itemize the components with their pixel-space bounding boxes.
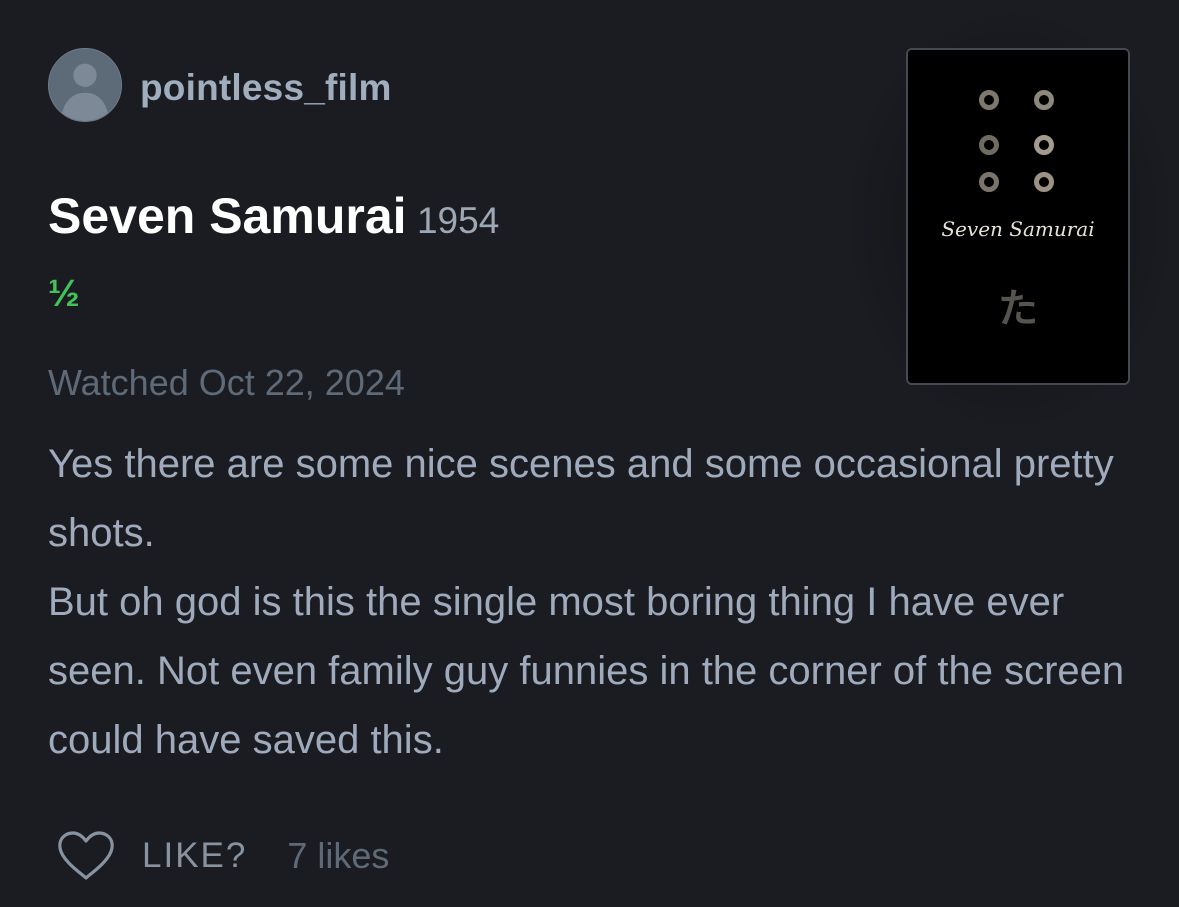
likes-count[interactable]: 7 likes [287, 835, 389, 877]
like-bar: LIKE? 7 likes [56, 828, 389, 884]
review-paragraph: But oh god is this the single most borin… [48, 580, 1125, 762]
poster-artwork: Seven Samurai た [908, 50, 1128, 383]
review-page: pointless_film Seven Samurai 1954 ½ Watc… [0, 0, 1179, 907]
like-button[interactable]: LIKE? [142, 836, 247, 876]
review-body: Yes there are some nice scenes and some … [48, 430, 1148, 775]
film-year[interactable]: 1954 [417, 200, 499, 241]
watched-date: Watched Oct 22, 2024 [48, 362, 405, 403]
heart-outline-icon[interactable] [56, 830, 116, 882]
star-rating: ½ [48, 273, 80, 315]
user-silhouette-icon [49, 49, 121, 121]
film-title[interactable]: Seven Samurai [48, 188, 407, 244]
poster-title: Seven Samurai [941, 217, 1094, 241]
poster-glyph: た [998, 286, 1038, 332]
film-poster[interactable]: Seven Samurai た [906, 48, 1130, 385]
avatar[interactable] [48, 48, 122, 122]
film-title-row: Seven Samurai 1954 [48, 186, 499, 251]
review-paragraph: Yes there are some nice scenes and some … [48, 442, 1114, 555]
username[interactable]: pointless_film [140, 66, 392, 110]
